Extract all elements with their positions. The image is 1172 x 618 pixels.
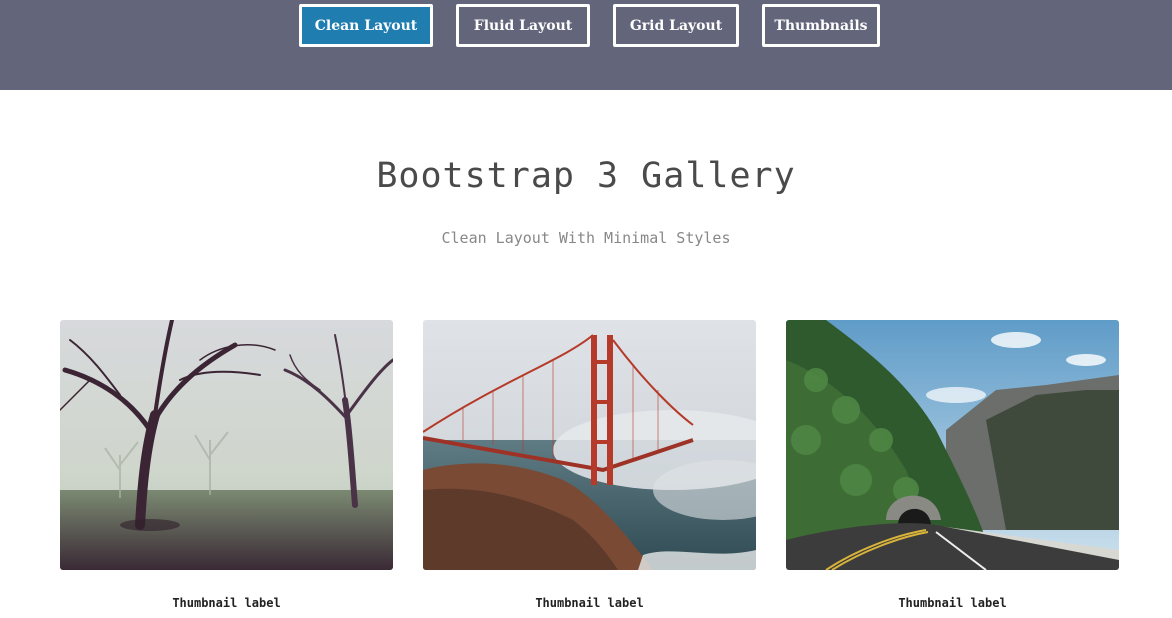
page-title: Bootstrap 3 Gallery (376, 156, 796, 196)
mountain-road-image (786, 320, 1119, 570)
top-navbar: Clean Layout Fluid Layout Grid Layout Th… (0, 0, 1172, 90)
page-subtitle: Clean Layout With Minimal Styles (441, 229, 731, 247)
grid-layout-button[interactable]: Grid Layout (613, 4, 739, 47)
thumbnail-caption: Thumbnail label (898, 596, 1007, 610)
gallery-card: Thumbnail label (60, 320, 393, 610)
gallery-card: Thumbnail label (786, 320, 1119, 610)
golden-gate-bridge-image (423, 320, 756, 570)
mountain-road-thumbnail[interactable] (786, 320, 1119, 570)
gallery-card: Thumbnail label (423, 320, 756, 610)
foggy-trees-image (60, 320, 393, 570)
thumbnail-caption: Thumbnail label (535, 596, 644, 610)
foggy-trees-thumbnail[interactable] (60, 320, 393, 570)
fluid-layout-button[interactable]: Fluid Layout (456, 4, 590, 47)
golden-gate-bridge-thumbnail[interactable] (423, 320, 756, 570)
thumbnails-button[interactable]: Thumbnails (762, 4, 880, 47)
thumbnail-caption: Thumbnail label (172, 596, 281, 610)
clean-layout-button[interactable]: Clean Layout (299, 4, 433, 47)
